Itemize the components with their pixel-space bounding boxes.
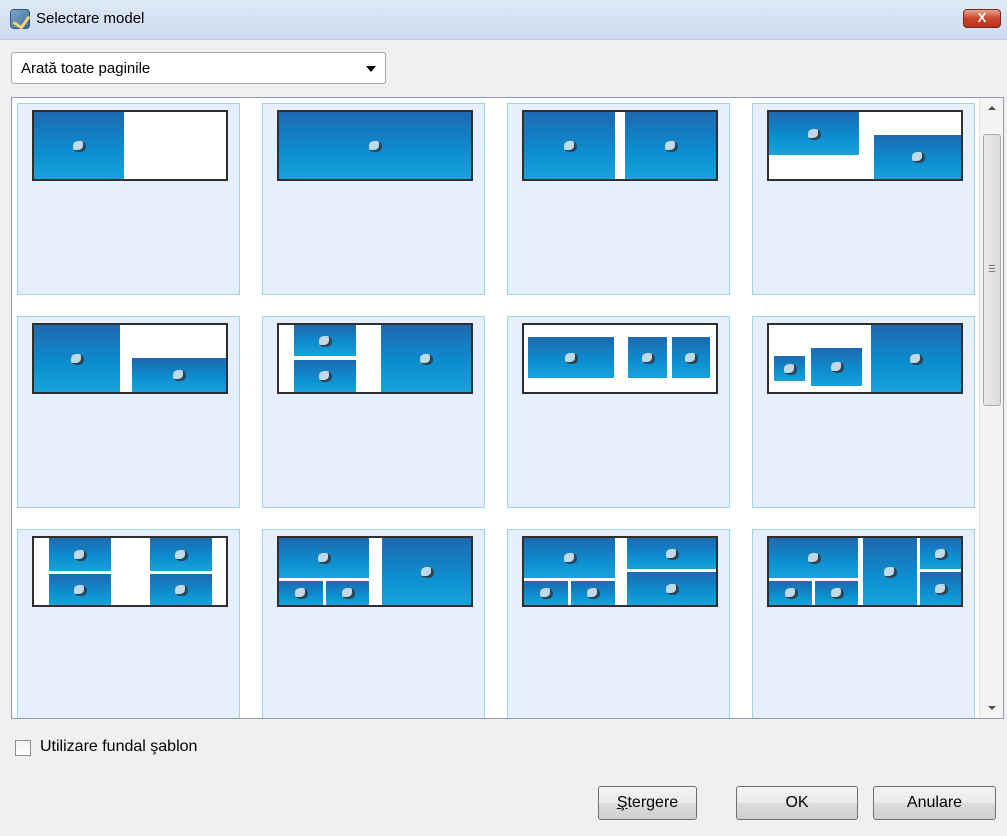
photo-placeholder-icon — [279, 581, 323, 605]
photo-placeholder-icon — [132, 358, 226, 392]
photo-placeholder-icon — [294, 325, 356, 356]
template-tile-8[interactable] — [752, 316, 975, 508]
photo-placeholder-icon — [672, 337, 710, 378]
template-preview — [522, 323, 718, 394]
photo-placeholder-icon — [294, 360, 356, 392]
photo-placeholder-icon — [326, 581, 369, 605]
template-tile-5[interactable] — [17, 316, 240, 508]
template-tile-11[interactable] — [507, 529, 730, 718]
page-filter-value: Arată toate paginile — [21, 60, 151, 77]
chevron-down-icon — [366, 66, 376, 72]
photo-placeholder-icon — [571, 581, 615, 605]
delete-button-accel: Ş — [616, 794, 628, 811]
photo-placeholder-icon — [769, 112, 859, 155]
template-gallery[interactable] — [11, 97, 1004, 719]
template-tile-6[interactable] — [262, 316, 485, 508]
template-tile-9[interactable] — [17, 529, 240, 718]
photo-placeholder-icon — [920, 572, 961, 605]
template-preview — [522, 110, 718, 181]
template-preview — [277, 323, 473, 394]
photo-placeholder-icon — [524, 538, 615, 578]
template-preview — [522, 536, 718, 607]
photo-placeholder-icon — [279, 112, 471, 179]
template-preview — [277, 110, 473, 181]
photo-placeholder-icon — [150, 574, 212, 605]
photo-placeholder-icon — [279, 538, 369, 578]
photo-placeholder-icon — [150, 538, 212, 571]
photo-placeholder-icon — [920, 538, 961, 569]
photo-placeholder-icon — [769, 538, 858, 578]
delete-button[interactable]: Ştergere — [598, 786, 697, 820]
photo-placeholder-icon — [528, 337, 614, 378]
photo-placeholder-icon — [628, 337, 667, 378]
template-tile-7[interactable] — [507, 316, 730, 508]
photo-placeholder-icon — [49, 538, 111, 571]
template-preview — [767, 323, 963, 394]
photo-placeholder-icon — [382, 538, 471, 605]
photo-placeholder-icon — [863, 538, 917, 605]
scrollbar-thumb[interactable] — [983, 134, 1001, 406]
template-tile-3[interactable] — [507, 103, 730, 295]
window-title: Selectare model — [36, 10, 145, 27]
photo-placeholder-icon — [49, 574, 111, 605]
photo-placeholder-icon — [627, 538, 716, 569]
template-tile-2[interactable] — [262, 103, 485, 295]
ok-button[interactable]: OK — [736, 786, 858, 820]
delete-button-label: tergere — [627, 794, 679, 811]
photo-placeholder-icon — [625, 112, 716, 179]
template-preview — [277, 536, 473, 607]
template-grid — [17, 103, 979, 718]
photo-placeholder-icon — [815, 581, 858, 605]
photo-placeholder-icon — [524, 581, 568, 605]
template-tile-4[interactable] — [752, 103, 975, 295]
photo-placeholder-icon — [874, 135, 961, 179]
scroll-up-arrow-icon[interactable] — [980, 98, 1003, 118]
scroll-down-arrow-icon[interactable] — [980, 698, 1003, 718]
photo-placeholder-icon — [769, 581, 812, 605]
use-template-background-label: Utilizare fundal şablon — [40, 738, 198, 755]
template-tile-10[interactable] — [262, 529, 485, 718]
photo-placeholder-icon — [34, 325, 120, 392]
grip-icon — [989, 265, 995, 272]
photo-placeholder-icon — [627, 572, 716, 605]
template-preview — [32, 536, 228, 607]
vertical-scrollbar[interactable] — [979, 98, 1003, 718]
close-button[interactable]: X — [963, 9, 1001, 28]
photo-placeholder-icon — [34, 112, 124, 179]
template-tile-12[interactable] — [752, 529, 975, 718]
template-preview — [32, 323, 228, 394]
cancel-button[interactable]: Anulare — [873, 786, 996, 820]
template-tile-1[interactable] — [17, 103, 240, 295]
photo-placeholder-icon — [524, 112, 615, 179]
use-template-background-checkbox[interactable] — [15, 740, 31, 756]
template-preview — [767, 110, 963, 181]
title-bar: Selectare model X — [0, 0, 1007, 40]
photo-placeholder-icon — [774, 356, 805, 381]
template-preview — [767, 536, 963, 607]
template-preview — [32, 110, 228, 181]
photo-placeholder-icon — [381, 325, 471, 392]
page-filter-dropdown[interactable]: Arată toate paginile — [11, 52, 386, 84]
app-icon — [10, 9, 30, 29]
photo-placeholder-icon — [871, 325, 961, 392]
photo-placeholder-icon — [811, 348, 862, 386]
